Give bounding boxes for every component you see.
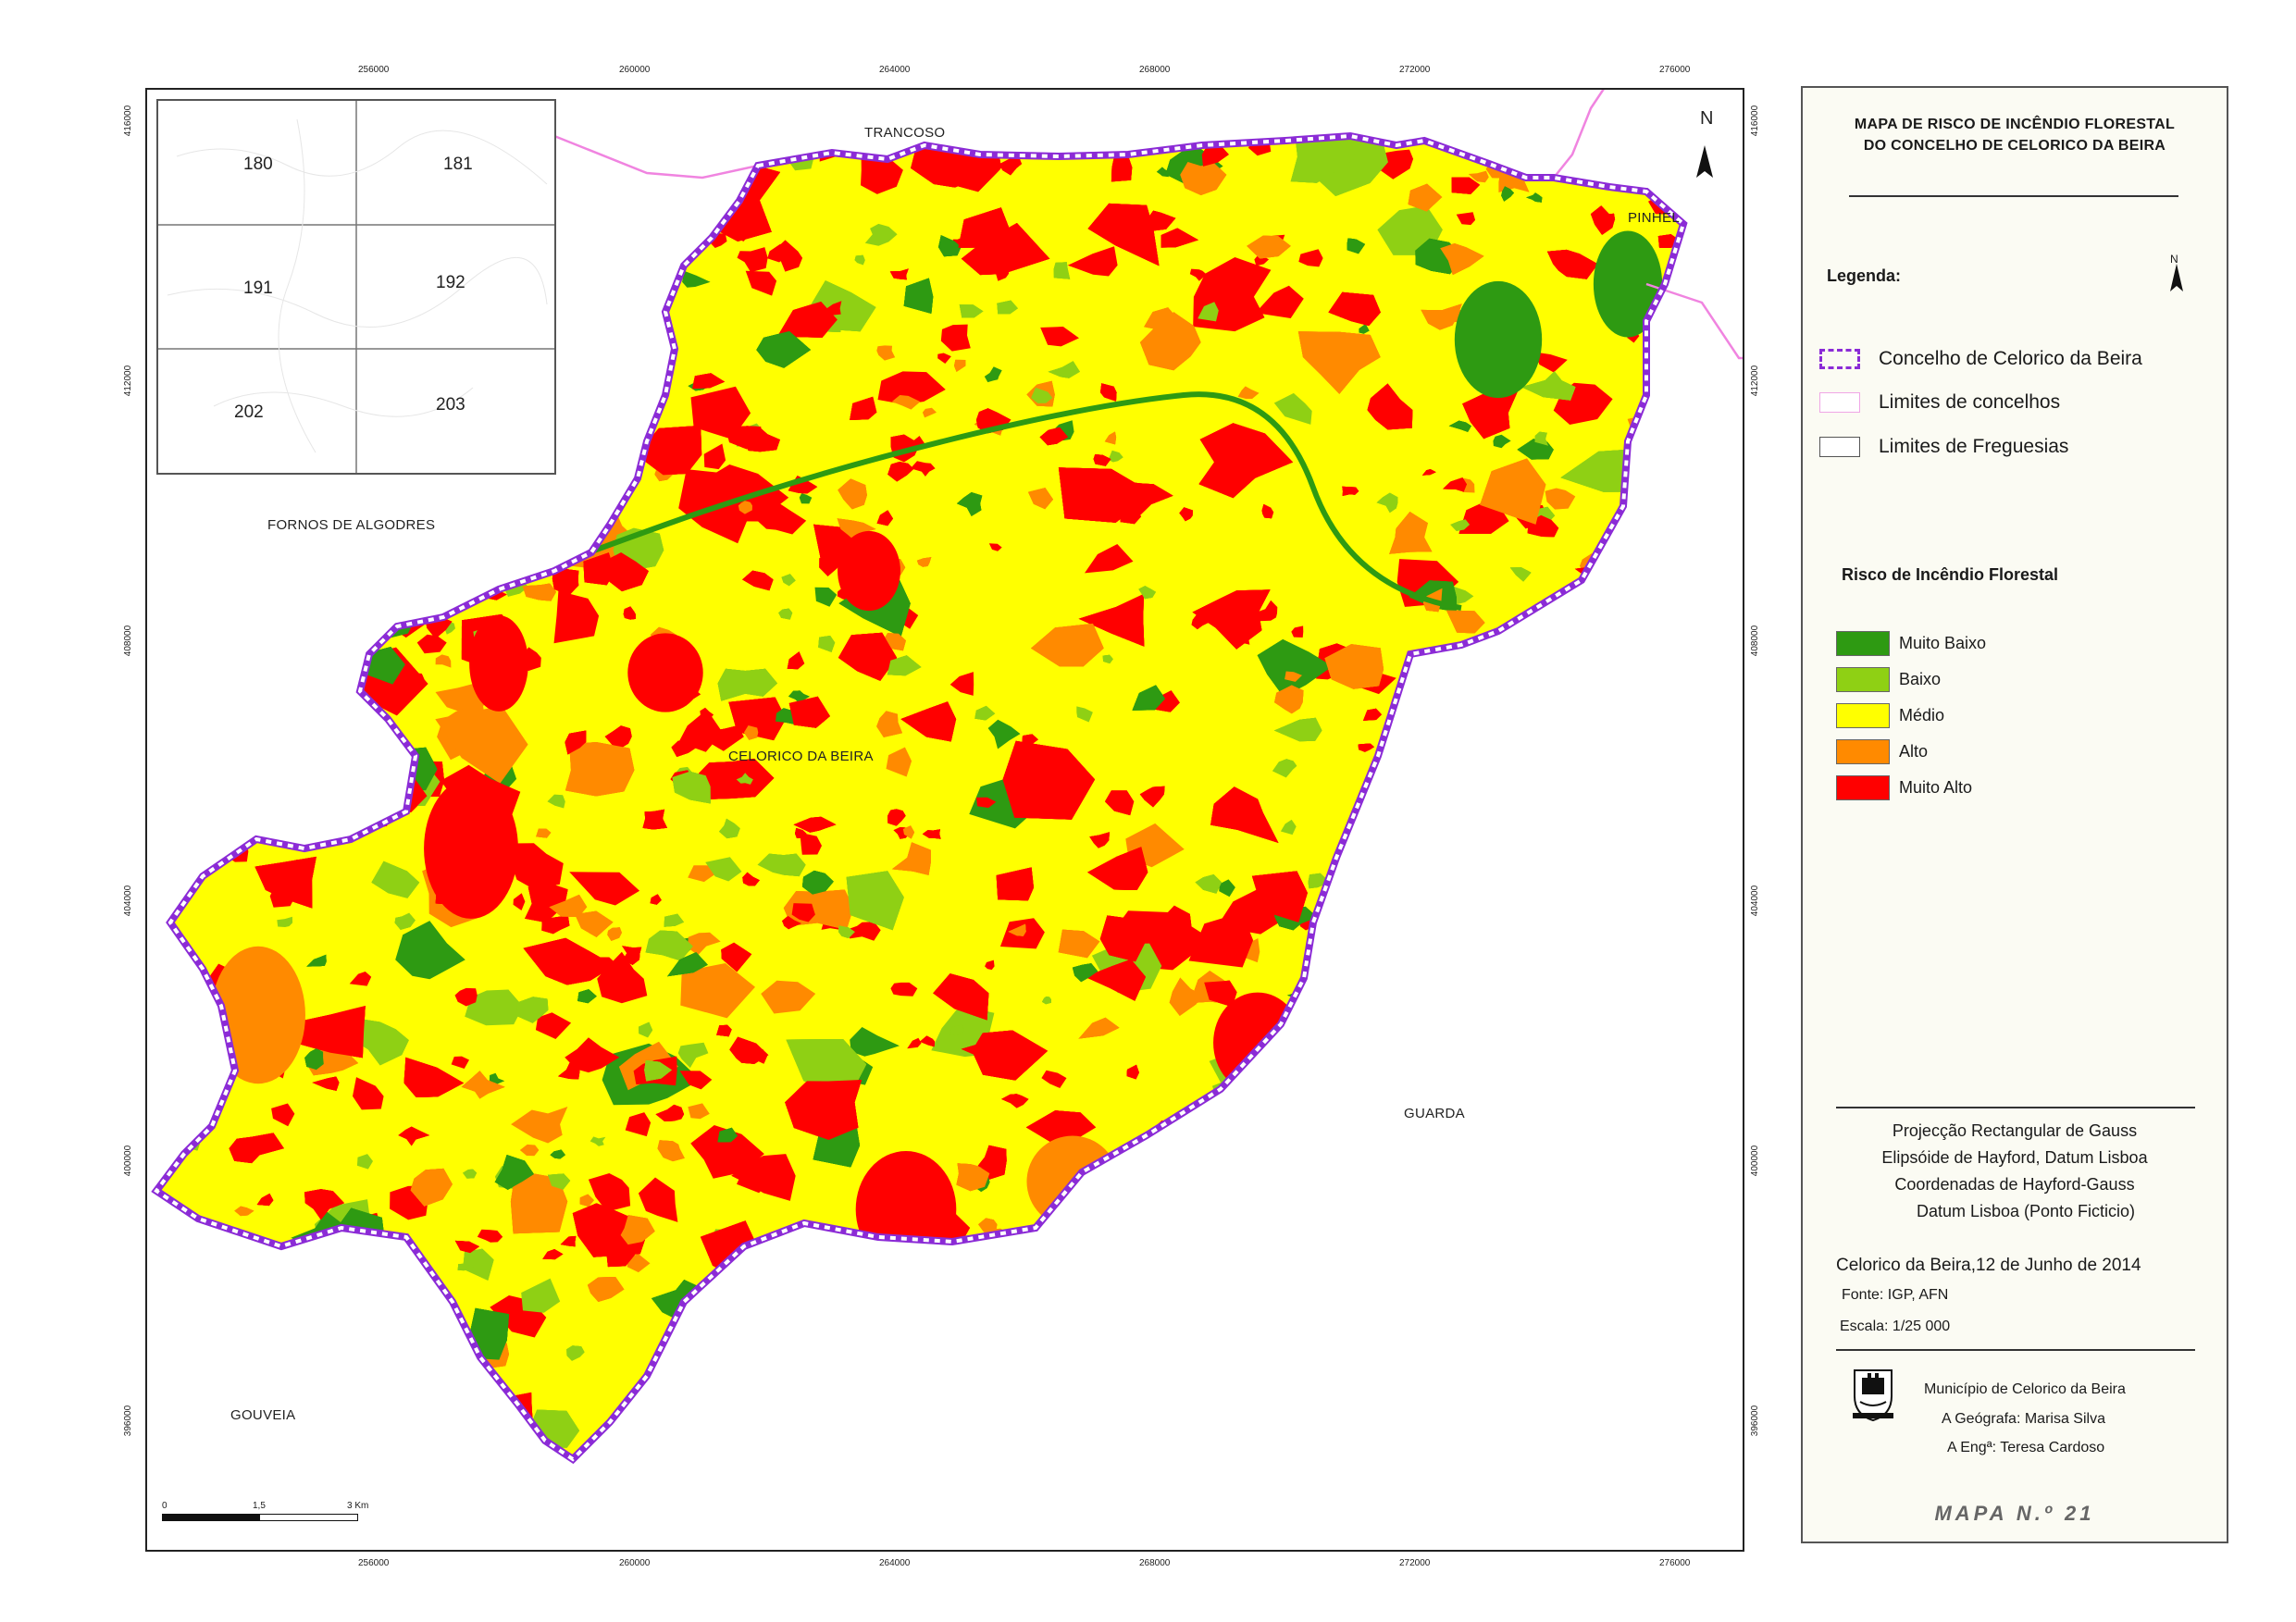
projection-line: Projecção Rectangular de Gauss xyxy=(1892,1121,2138,1140)
tick-label-left: 404000 xyxy=(123,885,134,917)
risk-swatch xyxy=(1836,702,1890,728)
inset-cell-label: 203 xyxy=(436,395,465,415)
tick-label-top: 256000 xyxy=(358,65,390,75)
legend-panel: MAPA DE RISCO DE INCÊNDIO FLORESTAL DO C… xyxy=(1801,86,2228,1543)
tick-label-left: 416000 xyxy=(123,105,134,137)
map-frame[interactable]: 180 181 191 192 202 203 TRANCOSO PINHEL … xyxy=(145,88,1744,1552)
tick-label-right: 400000 xyxy=(1750,1145,1761,1177)
tick-label-left: 396000 xyxy=(123,1405,134,1437)
legend-label: Limites de concelhos xyxy=(1879,391,2061,413)
legend-label: Limites de Freguesias xyxy=(1879,436,2069,457)
tick-label-left: 400000 xyxy=(123,1145,134,1177)
tick-label-left: 408000 xyxy=(123,625,134,657)
tick-label-bottom: 268000 xyxy=(1139,1558,1171,1568)
tick-label-right: 396000 xyxy=(1750,1405,1761,1437)
legend-item-concelho: Concelho de Celorico da Beira xyxy=(1819,347,2142,371)
inset-cell-label: 192 xyxy=(436,273,465,292)
risk-class-baixo: Baixo xyxy=(1836,665,1941,693)
engineer-credit: A Engª: Teresa Cardoso xyxy=(1947,1440,2105,1455)
map-title-line: MAPA DE RISCO DE INCÊNDIO FLORESTAL xyxy=(1854,117,2176,132)
tick-label-bottom: 272000 xyxy=(1399,1558,1431,1568)
divider xyxy=(1836,1349,2195,1351)
scale-label: 3 Km xyxy=(347,1501,369,1511)
inset-cell-label: 181 xyxy=(443,155,473,174)
scale-label: 0 xyxy=(162,1501,168,1511)
map-source: Fonte: IGP, AFN xyxy=(1842,1287,1949,1303)
tick-label-right: 404000 xyxy=(1750,885,1761,917)
inset-cell-label: 191 xyxy=(243,279,273,298)
place-label-celorico: CELORICO DA BEIRA xyxy=(728,749,874,764)
map-scale: Escala: 1/25 000 xyxy=(1840,1319,1951,1334)
tick-label-right: 412000 xyxy=(1750,365,1761,397)
risk-swatch xyxy=(1836,774,1890,800)
tick-label-left: 412000 xyxy=(123,365,134,397)
geographer-credit: A Geógrafa: Marisa Silva xyxy=(1942,1411,2105,1427)
inset-cell-label: 180 xyxy=(243,155,273,174)
tick-label-bottom: 264000 xyxy=(879,1558,911,1568)
risk-label: Alto xyxy=(1899,741,1929,761)
north-label: N xyxy=(1700,108,1714,129)
divider xyxy=(1836,1107,2195,1108)
legend-heading: Legenda: xyxy=(1827,266,1902,285)
legend-item-limites-freguesias: Limites de Freguesias xyxy=(1819,435,2068,459)
legend-label: Concelho de Celorico da Beira xyxy=(1879,348,2142,369)
municipality-crest-icon xyxy=(1847,1365,1899,1422)
north-arrow-icon: N xyxy=(2166,253,2188,299)
map-number: MAPA N.º 21 xyxy=(1934,1502,2095,1525)
tick-label-top: 268000 xyxy=(1139,65,1171,75)
concelho-boundary-line xyxy=(553,134,759,180)
risk-label: Muito Alto xyxy=(1899,777,1973,797)
legend-swatch xyxy=(1819,349,1860,369)
tick-label-bottom: 256000 xyxy=(358,1558,390,1568)
north-arrow-icon xyxy=(1696,145,1713,178)
risk-label: Muito Baixo xyxy=(1899,633,1987,652)
place-label-gouveia: GOUVEIA xyxy=(230,1407,296,1423)
projection-line: Coordenadas de Hayford-Gauss xyxy=(1894,1175,2135,1194)
risk-class-muito-alto: Muito Alto xyxy=(1836,774,1972,801)
tick-label-right: 408000 xyxy=(1750,625,1761,657)
map-title-line: DO CONCELHO DE CELORICO DA BEIRA xyxy=(1863,138,2166,154)
inset-cell-label: 202 xyxy=(234,402,264,422)
map-title: MAPA DE RISCO DE INCÊNDIO FLORESTAL DO C… xyxy=(1803,114,2227,156)
place-label-guarda: GUARDA xyxy=(1404,1106,1465,1121)
legend-item-limites-concelhos: Limites de concelhos xyxy=(1819,390,2060,415)
place-label-pinhel: PINHEL xyxy=(1628,210,1680,226)
divider xyxy=(1849,195,2178,197)
tick-label-top: 264000 xyxy=(879,65,911,75)
risk-label: Médio xyxy=(1899,705,1945,724)
risk-class-alto: Alto xyxy=(1836,737,1928,765)
tick-label-top: 260000 xyxy=(619,65,651,75)
risk-swatch xyxy=(1836,666,1890,692)
risk-swatch xyxy=(1836,738,1890,764)
scale-label: 1,5 xyxy=(253,1501,266,1511)
tick-label-right: 416000 xyxy=(1750,105,1761,137)
place-label-trancoso: TRANCOSO xyxy=(864,125,946,141)
risk-class-medio: Médio xyxy=(1836,701,1944,729)
concelho-boundary-line xyxy=(1553,90,1605,179)
tick-label-top: 272000 xyxy=(1399,65,1431,75)
projection-line: Elipsóide de Hayford, Datum Lisboa xyxy=(1881,1148,2148,1167)
place-label-fornos: FORNOS DE ALGODRES xyxy=(267,517,436,533)
risk-heading: Risco de Incêndio Florestal xyxy=(1842,565,2059,584)
projection-line: Datum Lisboa (Ponto Ficticio) xyxy=(1916,1202,2136,1220)
inset-index-map: 180 181 191 192 202 203 xyxy=(156,99,556,475)
legend-swatch xyxy=(1819,437,1860,457)
map-date: Celorico da Beira,12 de Junho de 2014 xyxy=(1836,1256,2141,1275)
risk-label: Baixo xyxy=(1899,669,1942,688)
risk-swatch xyxy=(1836,630,1890,656)
tick-label-top: 276000 xyxy=(1659,65,1691,75)
tick-label-bottom: 276000 xyxy=(1659,1558,1691,1568)
municipality-name: Município de Celorico da Beira xyxy=(1924,1381,2126,1397)
legend-swatch xyxy=(1819,392,1860,413)
scale-bar: 0 1,5 3 Km xyxy=(162,1501,375,1529)
risk-class-muito-baixo: Muito Baixo xyxy=(1836,629,1986,657)
tick-label-bottom: 260000 xyxy=(619,1558,651,1568)
